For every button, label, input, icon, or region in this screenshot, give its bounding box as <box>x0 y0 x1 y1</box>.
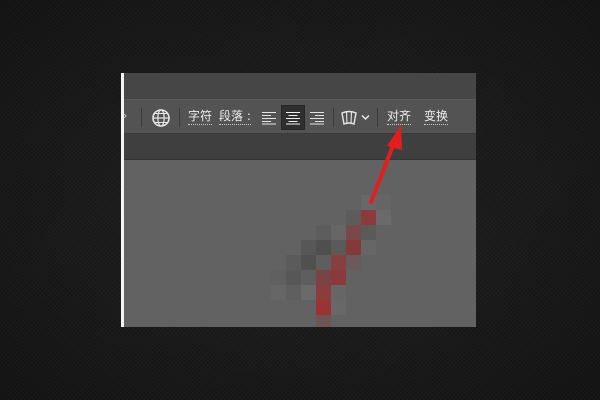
blur-pixel <box>316 270 331 285</box>
align-panel-button[interactable]: 对齐 <box>387 109 412 125</box>
blur-pixel <box>346 240 361 255</box>
blur-pixel <box>376 210 391 225</box>
blur-pixel <box>301 285 316 300</box>
align-right-icon <box>310 111 324 124</box>
blur-pixel <box>271 285 286 300</box>
blur-pixel <box>331 225 346 240</box>
align-center-icon <box>286 111 300 124</box>
align-left-button[interactable] <box>257 105 281 130</box>
align-right-button[interactable] <box>305 105 329 130</box>
blur-pixel <box>361 225 376 240</box>
separator <box>333 108 334 127</box>
options-bar: › 字符 段落 : 对齐 变换 <box>121 99 476 134</box>
globe-icon[interactable] <box>151 108 171 128</box>
blur-pixel <box>346 225 361 240</box>
blur-pixel <box>286 255 301 270</box>
blur-pixel <box>361 195 376 210</box>
app-window: › 字符 段落 : 对齐 变换 <box>121 73 476 327</box>
blur-pixel <box>301 255 316 270</box>
blur-pixel <box>361 210 376 225</box>
separator <box>179 108 180 127</box>
document-tab-strip <box>121 134 476 160</box>
align-left-icon <box>262 111 276 124</box>
separator <box>377 108 378 127</box>
blur-pixel <box>286 285 301 300</box>
blur-pixel <box>331 255 346 270</box>
title-bar <box>121 73 476 99</box>
transform-panel-button[interactable]: 变换 <box>424 109 449 125</box>
blur-pixel <box>316 255 331 270</box>
blur-pixel <box>286 270 301 285</box>
blur-pixel <box>301 240 316 255</box>
blur-pixel <box>331 300 346 315</box>
blur-pixel <box>301 270 316 285</box>
separator <box>141 108 142 127</box>
blur-pixel <box>361 240 376 255</box>
warp-text-icon[interactable] <box>340 109 358 126</box>
blur-pixel <box>331 285 346 300</box>
window-left-edge <box>121 73 124 327</box>
character-panel-button[interactable]: 字符 <box>188 109 213 125</box>
text-align-group <box>257 105 329 130</box>
blur-pixel <box>346 210 361 225</box>
paragraph-panel-button[interactable]: 段落 : <box>219 109 251 125</box>
blur-pixel <box>316 240 331 255</box>
blur-pixel <box>316 315 331 327</box>
blur-pixel <box>376 195 391 210</box>
align-center-button[interactable] <box>281 105 305 130</box>
blur-pixel <box>331 240 346 255</box>
blur-pixel <box>316 285 331 300</box>
blur-pixel <box>331 270 346 285</box>
blur-pixel <box>316 225 331 240</box>
canvas-area <box>121 160 476 327</box>
blur-pixel <box>316 300 331 315</box>
blur-pixel <box>271 270 286 285</box>
chevron-down-icon[interactable] <box>361 114 370 121</box>
blur-pixel <box>346 255 361 270</box>
